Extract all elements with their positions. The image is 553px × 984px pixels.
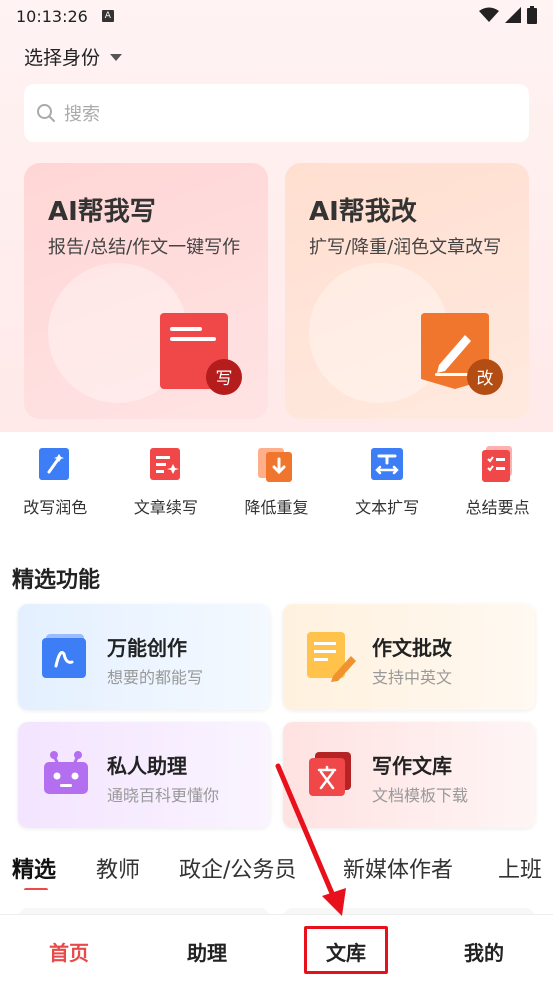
search-bar[interactable]: 搜索 [24, 84, 529, 142]
ai-write-title: AI帮我写 [48, 197, 156, 227]
nav-assistant[interactable]: 助理 [172, 937, 242, 966]
tool-reduce-duplication[interactable]: 降低重复 [221, 432, 332, 536]
search-icon [37, 104, 55, 122]
featured-title: 精选功能 [12, 568, 101, 593]
notification-a-icon: A [101, 10, 114, 22]
feature-universal-creation[interactable]: 万能创作 想要的都能写 [18, 604, 270, 710]
feature-subtitle: 文档模板下载 [372, 786, 469, 805]
edit-badge: 改 [477, 369, 494, 389]
edit-pencil-doc-icon: 改 [421, 313, 503, 395]
tab-office[interactable]: 上班 [498, 852, 542, 884]
quick-tools: 改写润色 文章续写 降低重复 文本扩写 总结要点 [0, 432, 553, 536]
tool-text-expand[interactable]: 文本扩写 [332, 432, 443, 536]
highlight-box [304, 926, 388, 974]
nav-home[interactable]: 首页 [34, 937, 104, 966]
search-placeholder: 搜索 [64, 104, 100, 125]
active-tab-indicator [24, 888, 48, 890]
wifi-icon [479, 7, 499, 22]
down-arrow-doc-icon [258, 448, 293, 482]
ai-edit-desc: 扩写/降重/润色文章改写 [309, 237, 502, 258]
status-bar: 10:13:26 A [0, 0, 553, 32]
tool-label: 总结要点 [465, 498, 530, 517]
magic-wand-icon [39, 448, 70, 480]
caret-down-icon [110, 53, 123, 61]
identity-selector[interactable]: 选择身份 [24, 40, 123, 72]
write-badge: 写 [216, 369, 233, 389]
tool-continue-writing[interactable]: 文章续写 [111, 432, 222, 536]
tool-label: 改写润色 [23, 498, 88, 517]
feature-subtitle: 通晓百科更懂你 [107, 786, 220, 805]
arrow-annotation-icon [275, 763, 346, 916]
text-expand-icon [371, 448, 404, 480]
bottom-nav: 首页 助理 文库 我的 [0, 914, 553, 984]
tool-summarize[interactable]: 总结要点 [442, 432, 553, 536]
status-icons [479, 6, 537, 24]
feature-personal-assistant[interactable]: 私人助理 通晓百科更懂你 [18, 722, 270, 828]
tool-label: 降低重复 [244, 498, 309, 517]
tab-teacher[interactable]: 教师 [96, 852, 140, 884]
tool-label: 文本扩写 [355, 498, 420, 517]
status-time: 10:13:26 [16, 6, 88, 26]
ai-write-card[interactable]: AI帮我写 报告/总结/作文一键写作 写 [24, 163, 268, 419]
notepad-pencil-icon [307, 632, 356, 682]
write-document-icon: 写 [160, 313, 242, 395]
tool-rewrite-polish[interactable]: 改写润色 [0, 432, 111, 536]
ai-edit-title: AI帮我改 [309, 197, 417, 227]
ai-edit-card[interactable]: AI帮我改 扩写/降重/润色文章改写 改 [285, 163, 529, 419]
signal-icon [505, 7, 521, 23]
tool-label: 文章续写 [133, 498, 198, 517]
feature-essay-correction[interactable]: 作文批改 支持中英文 [283, 604, 535, 710]
identity-label: 选择身份 [24, 46, 101, 69]
tab-featured[interactable]: 精选 [12, 852, 56, 884]
robot-icon [44, 751, 88, 794]
feature-title: 私人助理 [107, 754, 187, 778]
feature-title: 万能创作 [107, 636, 187, 660]
feature-title: 作文批改 [372, 636, 452, 660]
ai-write-desc: 报告/总结/作文一键写作 [48, 237, 241, 258]
checklist-icon [481, 446, 512, 482]
battery-icon [527, 6, 537, 24]
feature-subtitle: 支持中英文 [372, 668, 453, 687]
feature-subtitle: 想要的都能写 [107, 668, 204, 687]
feature-title: 写作文库 [372, 754, 452, 778]
document-sparkle-icon [149, 448, 180, 480]
notebook-sign-icon [42, 634, 86, 678]
nav-mine[interactable]: 我的 [449, 937, 519, 966]
